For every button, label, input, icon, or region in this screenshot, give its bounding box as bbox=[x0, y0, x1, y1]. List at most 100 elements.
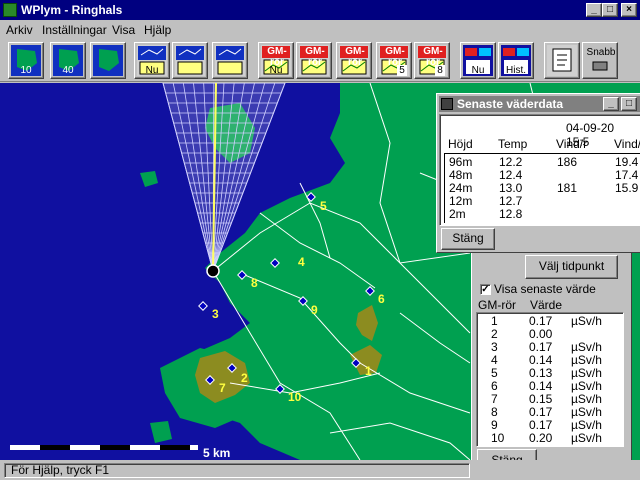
weather-table-icon bbox=[175, 45, 205, 76]
gm-value: 0.14 bbox=[529, 379, 553, 393]
gm-table-button[interactable]: GM-rör bbox=[296, 42, 332, 79]
gm-row[interactable]: 3 0.17 µSv/h bbox=[477, 340, 623, 354]
snabb-button[interactable]: Snabb bbox=[582, 42, 618, 79]
weather-title: Senaste väderdata bbox=[457, 97, 564, 111]
scale-bar: 5 km bbox=[10, 445, 230, 460]
gm-list: 1 0.17 µSv/h 2 0.00 3 0.17 µSv/h 4 0.14 µSv/h 5 0.13… bbox=[476, 312, 624, 447]
status-text: För Hjälp, tryck F1 bbox=[4, 463, 470, 478]
select-time-button[interactable]: Välj tidpunkt bbox=[525, 255, 618, 279]
window-title: WPlym - Ringhals bbox=[21, 3, 123, 17]
gm-row[interactable]: 6 0.14 µSv/h bbox=[477, 379, 623, 393]
combined-history-label: Hist. bbox=[506, 65, 526, 76]
station-label: 1 bbox=[365, 364, 372, 378]
gm-unit: µSv/h bbox=[571, 353, 602, 367]
islet-west bbox=[140, 171, 158, 187]
col-gm-value: Värde bbox=[530, 298, 563, 312]
weather-table: 96m 12.2 186 19.4 48m 12.4 17.4 24m 13.0 181 15.9 1… bbox=[444, 153, 640, 223]
gm-now-button[interactable]: GM-rör Nu bbox=[258, 42, 294, 79]
gm-unit: µSv/h bbox=[571, 431, 602, 445]
menu-visa[interactable]: Visa bbox=[112, 23, 135, 37]
maximize-button[interactable]: □ bbox=[602, 3, 618, 17]
gm-row[interactable]: 1 0.17 µSv/h bbox=[477, 314, 623, 328]
menu-installningar[interactable]: Inställningar bbox=[42, 23, 107, 37]
gm-caption: GM-rör bbox=[305, 46, 325, 68]
gm-row[interactable]: 10 0.20 µSv/h bbox=[477, 431, 623, 445]
scale-label: 5 km bbox=[203, 446, 230, 460]
minimize-button[interactable]: _ bbox=[586, 3, 602, 17]
station-label: 4 bbox=[298, 255, 305, 269]
weather-cell: 12.2 bbox=[499, 155, 523, 169]
gm-row[interactable]: 7 0.15 µSv/h bbox=[477, 392, 623, 406]
close-button[interactable]: × bbox=[621, 3, 637, 17]
station-label: 7 bbox=[219, 381, 226, 395]
gm-row[interactable]: 5 0.13 µSv/h bbox=[477, 366, 623, 380]
col-vindr: Vind/r bbox=[556, 137, 588, 151]
col-temp: Temp bbox=[498, 137, 528, 151]
gm-tube-number: 4 bbox=[491, 353, 498, 367]
weather-cell: 181 bbox=[557, 181, 578, 195]
weather-titlebar[interactable]: Senaste väderdata _ □ bbox=[439, 96, 640, 112]
weather-minimize-button[interactable]: _ bbox=[603, 97, 619, 111]
gm-table-icon: GM-rör bbox=[299, 45, 329, 76]
weather-graph-button[interactable] bbox=[212, 42, 248, 79]
weather-window-icon[interactable] bbox=[441, 98, 453, 110]
gm-row[interactable]: 9 0.17 µSv/h bbox=[477, 418, 623, 432]
map-10-button[interactable]: 10 bbox=[8, 42, 44, 79]
gm-row[interactable]: 4 0.14 µSv/h bbox=[477, 353, 623, 367]
gm-tube-number: 5 bbox=[491, 366, 498, 380]
menu-arkiv[interactable]: Arkiv bbox=[6, 23, 33, 37]
weather-cell: 17.4 bbox=[615, 168, 639, 182]
gm-graph-8-label: 8 bbox=[435, 65, 445, 76]
weather-cell: 15.9 bbox=[615, 181, 639, 195]
weather-cell: 24m bbox=[449, 181, 473, 195]
station-label: 8 bbox=[251, 276, 258, 290]
show-latest-checkbox[interactable]: ✓ bbox=[480, 284, 491, 295]
gm-row[interactable]: 8 0.17 µSv/h bbox=[477, 405, 623, 419]
col-hojd: Höjd bbox=[448, 137, 473, 151]
gm-tube-number: 7 bbox=[491, 392, 498, 406]
weather-now-button[interactable]: Nu bbox=[134, 42, 170, 79]
weather-cell: 186 bbox=[557, 155, 578, 169]
notes-button[interactable] bbox=[544, 42, 580, 79]
gm-row[interactable]: 2 0.00 bbox=[477, 327, 623, 341]
gm-graph-5-label: 5 bbox=[397, 65, 407, 76]
gm-value: 0.17 bbox=[529, 314, 553, 328]
gm-graph-5-button[interactable]: GM-rör 5 bbox=[376, 42, 412, 79]
gm-tube-number: 10 bbox=[491, 431, 505, 445]
weather-cell: 12.4 bbox=[499, 168, 523, 182]
weather-close-button[interactable]: Stäng bbox=[441, 228, 495, 250]
weather-cell: 12m bbox=[449, 194, 473, 208]
gm-now-label: Nu bbox=[269, 65, 283, 76]
gm-graph-button[interactable]: GM-rör bbox=[336, 42, 372, 79]
snabb-icon: Snabb bbox=[585, 45, 615, 76]
map-site-icon bbox=[93, 45, 123, 76]
map-40-button[interactable]: 40 bbox=[50, 42, 86, 79]
combined-now-button[interactable]: Nu bbox=[460, 42, 496, 79]
reactor-site bbox=[206, 264, 220, 278]
gm-value: 0.20 bbox=[529, 431, 553, 445]
weather-cell: 96m bbox=[449, 155, 473, 169]
snabb-label: Snabb bbox=[586, 47, 616, 58]
weather-table-button[interactable] bbox=[172, 42, 208, 79]
title-bar[interactable]: WPlym - Ringhals _ □ × bbox=[0, 0, 640, 20]
toolbar: 10 40 Nu GM-rör Nu GM-rör GM-rör GM-rör 5 GM-rör 8… bbox=[0, 39, 640, 82]
show-latest-label[interactable]: Visa senaste värde bbox=[494, 282, 596, 296]
map-site-button[interactable] bbox=[90, 42, 126, 79]
gm-value: 0.15 bbox=[529, 392, 553, 406]
gm-value: 0.00 bbox=[529, 327, 553, 341]
station-label: 5 bbox=[320, 199, 327, 213]
col-gm-tube: GM-rör bbox=[478, 298, 516, 312]
gm-value: 0.17 bbox=[529, 418, 553, 432]
gm-graph-8-button[interactable]: GM-rör 8 bbox=[414, 42, 450, 79]
gm-caption: GM-rör bbox=[345, 46, 365, 68]
gm-tube-number: 6 bbox=[491, 379, 498, 393]
station-label: 3 bbox=[212, 307, 219, 321]
weather-window: Senaste väderdata _ □ 04-09-20 15:5 Höjd… bbox=[436, 93, 640, 253]
app-icon[interactable] bbox=[3, 3, 17, 17]
combined-history-button[interactable]: Hist. bbox=[498, 42, 534, 79]
notes-icon bbox=[547, 45, 577, 76]
weather-maximize-button[interactable]: □ bbox=[621, 97, 637, 111]
menu-hjalp[interactable]: Hjälp bbox=[144, 23, 171, 37]
station-3[interactable]: 3 bbox=[198, 301, 219, 321]
weather-cell: 12.7 bbox=[499, 194, 523, 208]
